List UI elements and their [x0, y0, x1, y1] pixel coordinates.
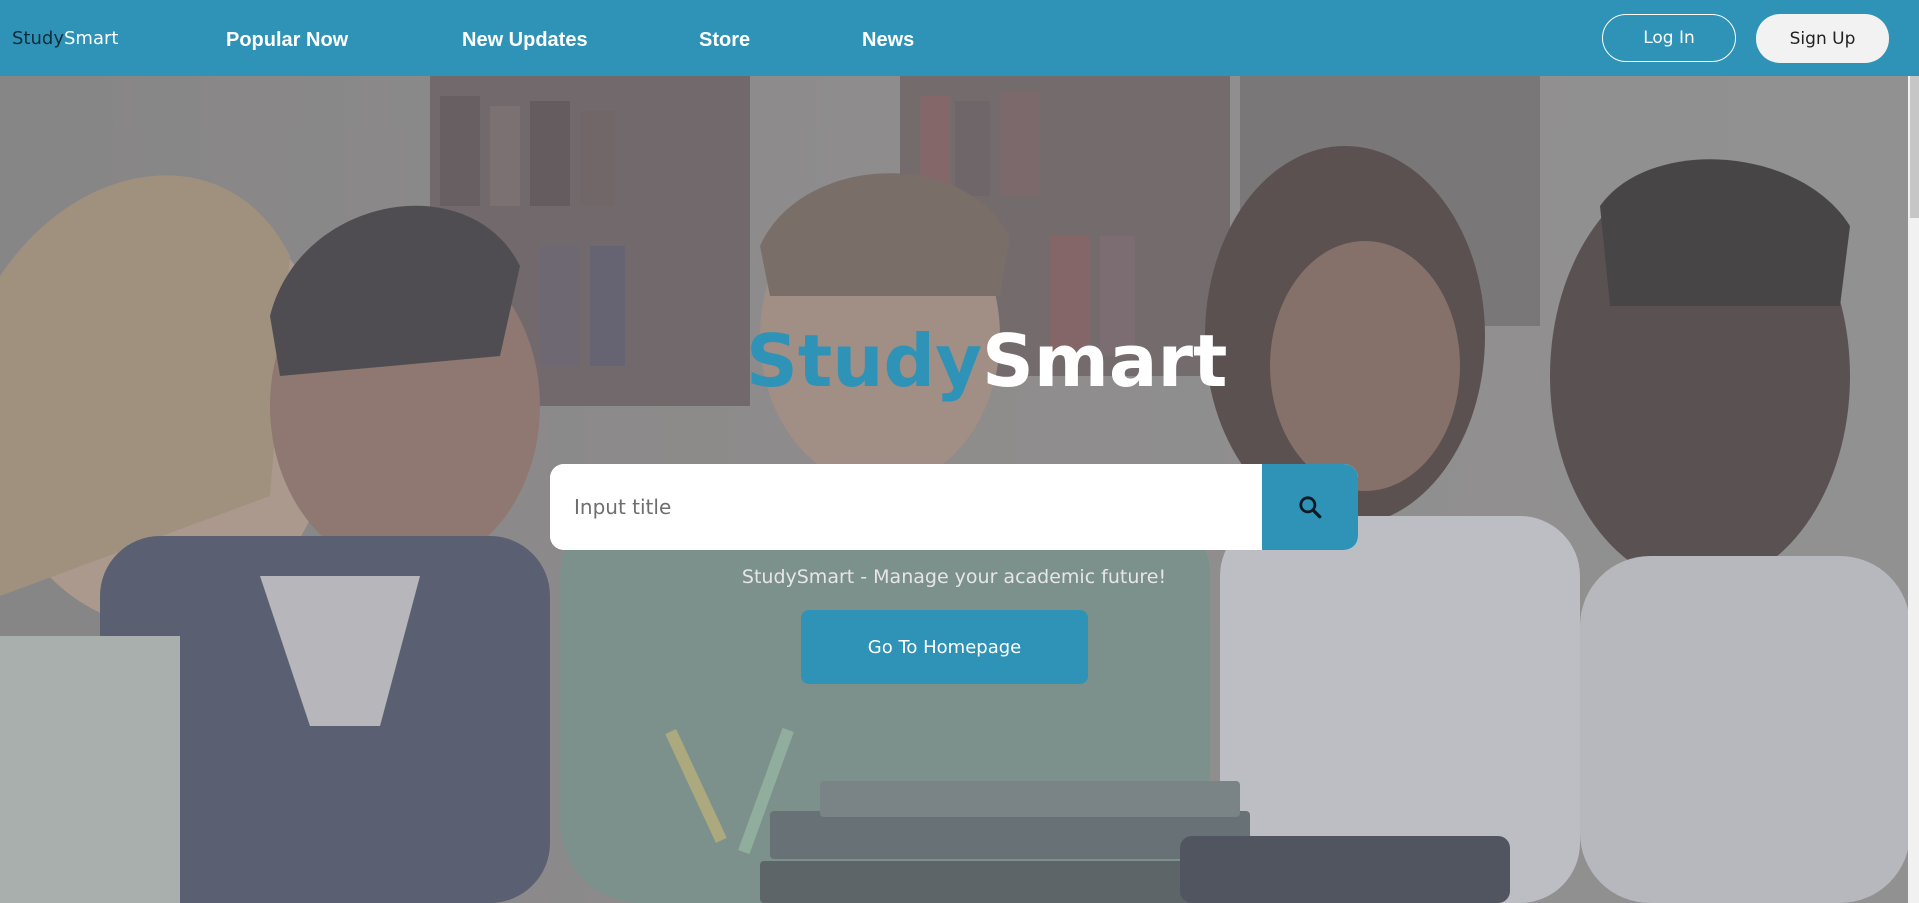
brand-logo[interactable]: StudySmart — [12, 28, 118, 50]
hero-title: StudySmart — [746, 318, 1227, 404]
brand-logo-smart: Smart — [63, 28, 119, 49]
search-bar — [550, 464, 1358, 550]
search-button[interactable] — [1262, 464, 1358, 550]
page: StudySmart Popular Now New Updates Store… — [0, 0, 1919, 903]
search-input[interactable] — [550, 464, 1262, 550]
brand-logo-study: Study — [12, 28, 64, 49]
hero-title-smart: Smart — [982, 319, 1228, 403]
signup-button[interactable]: Sign Up — [1756, 14, 1889, 63]
search-icon — [1299, 496, 1322, 519]
hero-title-study: Study — [746, 319, 983, 403]
scrollbar-thumb[interactable] — [1910, 76, 1919, 218]
top-navbar: StudySmart Popular Now New Updates Store… — [0, 0, 1919, 76]
login-button[interactable]: Log In — [1602, 14, 1736, 62]
nav-link-new-updates[interactable]: New Updates — [462, 28, 588, 52]
nav-link-news[interactable]: News — [862, 28, 914, 52]
go-to-homepage-button[interactable]: Go To Homepage — [801, 610, 1088, 684]
nav-link-popular-now[interactable]: Popular Now — [226, 28, 348, 52]
hero-tagline: StudySmart - Manage your academic future… — [741, 566, 1167, 588]
nav-link-store[interactable]: Store — [699, 28, 750, 52]
